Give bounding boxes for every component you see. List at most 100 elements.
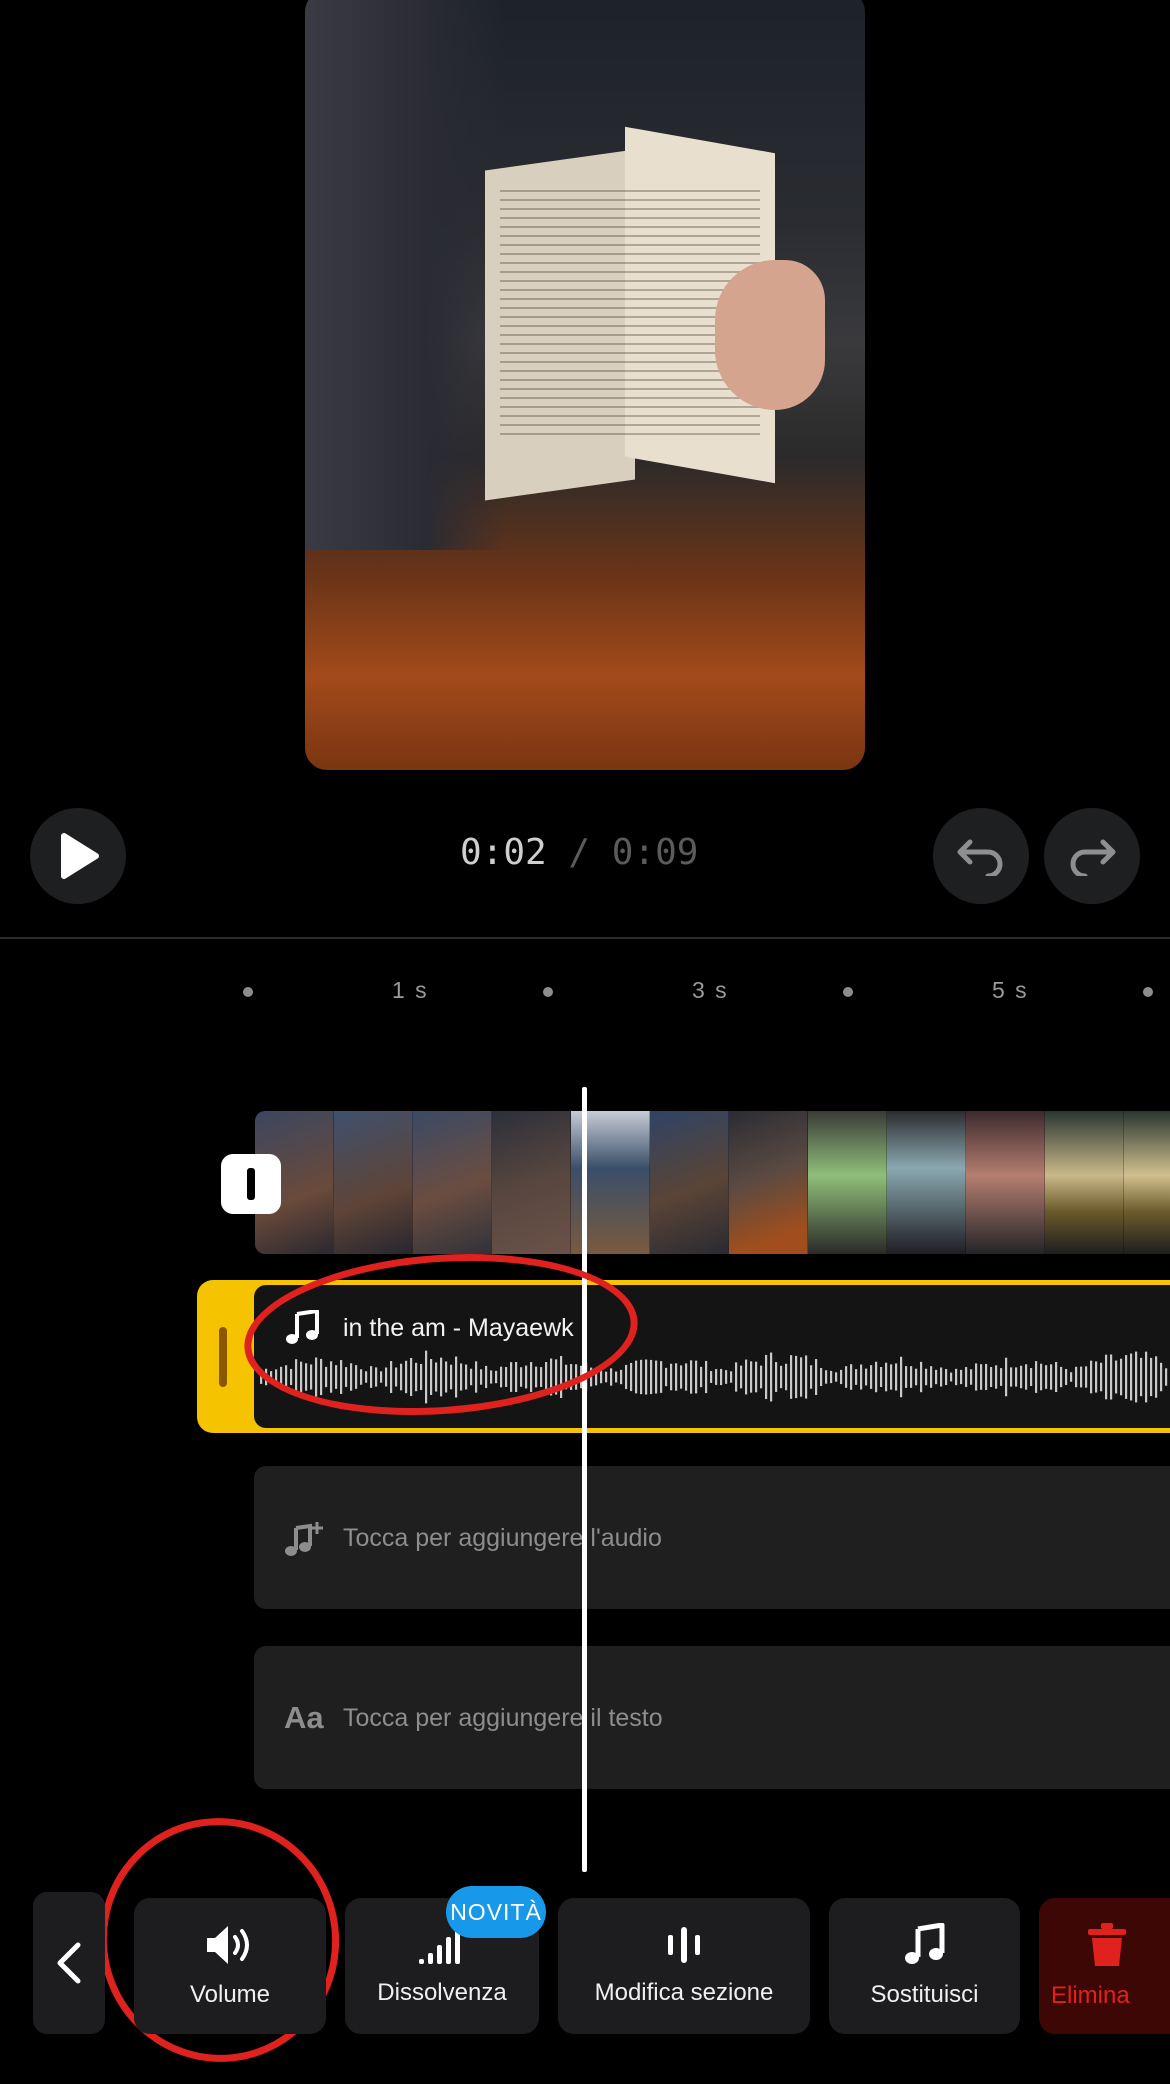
waveform-bar xyxy=(755,1361,758,1393)
edit-section-button[interactable]: Modifica sezione xyxy=(558,1898,810,2034)
undo-button[interactable] xyxy=(933,808,1029,904)
waveform-bar xyxy=(660,1361,663,1393)
waveform-bar xyxy=(935,1369,938,1385)
waveform-bar xyxy=(1115,1360,1118,1394)
waveform-bar xyxy=(765,1354,768,1400)
waveform-bar xyxy=(690,1360,693,1394)
add-music-icon xyxy=(285,1522,323,1556)
waveform-bar xyxy=(850,1364,853,1390)
waveform-bar xyxy=(715,1369,718,1385)
waveform-bar xyxy=(1135,1351,1138,1403)
waveform-bar xyxy=(790,1355,793,1399)
waveform-bar xyxy=(1020,1365,1023,1389)
waveform-bar xyxy=(1090,1360,1093,1394)
waveform-bar xyxy=(650,1359,653,1395)
waveform-bar xyxy=(705,1360,708,1394)
waveform-bar xyxy=(1040,1363,1043,1391)
waveform-bar xyxy=(605,1371,608,1383)
waveform-bar xyxy=(735,1362,738,1392)
waveform-bar xyxy=(1065,1369,1068,1385)
speaker-icon xyxy=(207,1926,249,1964)
waveform-bar xyxy=(1010,1367,1013,1387)
waveform-bar xyxy=(1070,1372,1073,1382)
add-audio-label: Tocca per aggiungere l'audio xyxy=(343,1524,662,1552)
waveform-bar xyxy=(830,1370,833,1384)
replace-button[interactable]: Sostituisci xyxy=(829,1898,1020,2034)
waveform-bar xyxy=(785,1363,788,1391)
waveform-bar xyxy=(1015,1367,1018,1387)
video-clip-strip[interactable] xyxy=(255,1111,1170,1254)
clip-thumbnail xyxy=(334,1111,413,1254)
waveform-bar xyxy=(925,1368,928,1386)
volume-button[interactable]: Volume xyxy=(134,1898,326,2034)
clip-thumbnail xyxy=(413,1111,492,1254)
waveform-bar xyxy=(795,1355,798,1399)
lock-bar-icon xyxy=(247,1168,255,1200)
waveform-bar xyxy=(1075,1366,1078,1388)
waveform-bar xyxy=(1145,1351,1148,1403)
redo-button[interactable] xyxy=(1044,808,1140,904)
waveform-bar xyxy=(1055,1361,1058,1393)
waveform-bar xyxy=(745,1359,748,1395)
waveform-bar xyxy=(1105,1354,1108,1400)
waveform-bar xyxy=(1125,1355,1128,1399)
waveform-bar xyxy=(910,1366,913,1388)
clip-thumbnail xyxy=(1124,1111,1170,1254)
waveform-bar xyxy=(750,1361,753,1393)
waveform-bar xyxy=(685,1363,688,1391)
ruler-dot xyxy=(1143,987,1153,997)
waveform-bar xyxy=(805,1355,808,1399)
waveform-bar xyxy=(940,1367,943,1387)
clip-thumbnail xyxy=(887,1111,966,1254)
waveform-bar xyxy=(620,1369,623,1385)
edit-section-label: Modifica sezione xyxy=(594,1979,774,2006)
waveform-bar xyxy=(610,1368,613,1386)
waveform-bar xyxy=(1155,1356,1158,1398)
waveform-bar xyxy=(775,1362,778,1392)
waveform-bar xyxy=(810,1365,813,1389)
waveform-bar xyxy=(695,1360,698,1394)
waveform-bar xyxy=(985,1363,988,1391)
play-icon xyxy=(61,833,99,879)
waveform-bar xyxy=(670,1363,673,1391)
waveform-bar xyxy=(875,1361,878,1393)
time-ruler[interactable]: 1 s 3 s 5 s xyxy=(0,960,1170,1020)
ruler-label-5s: 5 s xyxy=(992,977,1029,1003)
trim-handle[interactable] xyxy=(219,1327,227,1387)
replace-label: Sostituisci xyxy=(870,1981,979,2008)
delete-button[interactable]: Elimina xyxy=(1039,1898,1170,2034)
ruler-label-1s: 1 s xyxy=(392,977,429,1003)
waveform-bar xyxy=(835,1372,838,1382)
waveform-bar xyxy=(635,1360,638,1394)
waveform-bar xyxy=(920,1361,923,1393)
waveform-bar xyxy=(1095,1361,1098,1393)
waveform-bar xyxy=(840,1369,843,1385)
waveform-bar xyxy=(890,1364,893,1390)
waveform-bar xyxy=(725,1370,728,1384)
waveform-bar xyxy=(845,1366,848,1388)
waveform-bar xyxy=(760,1365,763,1389)
play-button[interactable] xyxy=(30,808,126,904)
waveform-bar xyxy=(1025,1364,1028,1390)
back-button[interactable] xyxy=(33,1892,105,2034)
playhead[interactable] xyxy=(582,1087,587,1872)
time-display: 0:02 / 0:09 xyxy=(460,832,698,873)
waveform-bar xyxy=(820,1367,823,1387)
delete-label: Elimina xyxy=(1051,1982,1130,2009)
waveform-bar xyxy=(1110,1354,1113,1400)
waveform-bar xyxy=(955,1368,958,1386)
waveform-bar xyxy=(615,1371,618,1383)
waveform-bar xyxy=(1000,1368,1003,1386)
track-lock-toggle[interactable] xyxy=(221,1154,281,1214)
redo-icon xyxy=(1070,839,1116,876)
edit-section-icon xyxy=(668,1927,700,1963)
video-preview[interactable] xyxy=(305,0,865,770)
waveform-bar xyxy=(740,1365,743,1389)
waveform-bar xyxy=(710,1371,713,1383)
waveform-bar xyxy=(950,1372,953,1382)
music-note-icon xyxy=(904,1923,944,1964)
waveform-bar xyxy=(1030,1368,1033,1386)
ruler-dot xyxy=(243,987,253,997)
clip-thumbnail xyxy=(492,1111,571,1254)
waveform-bar xyxy=(965,1367,968,1387)
